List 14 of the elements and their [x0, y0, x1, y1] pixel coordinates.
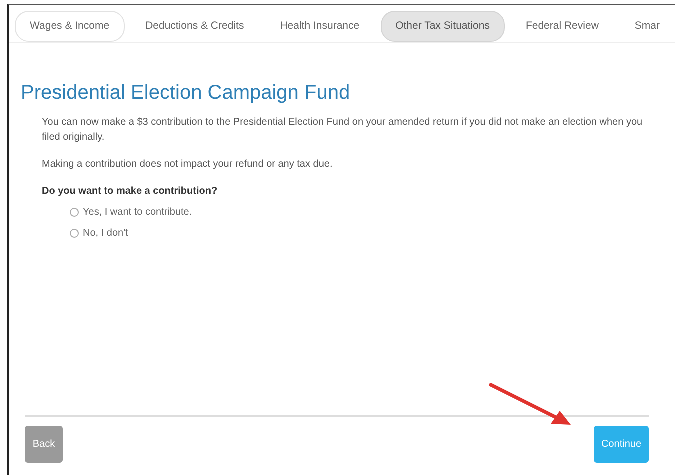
- radio-button[interactable]: [70, 208, 79, 217]
- question-label: Do you want to make a contribution?: [42, 185, 219, 199]
- radio-label[interactable]: Yes, I want to contribute.: [83, 205, 192, 220]
- nav-tab[interactable]: Smar: [620, 11, 675, 42]
- radio-button[interactable]: [70, 229, 79, 238]
- nav-tab[interactable]: Other Tax Situations: [380, 11, 505, 42]
- nav-tab[interactable]: Deductions & Credits: [130, 11, 260, 42]
- nav-tab[interactable]: Federal Review: [510, 11, 614, 42]
- nav-tab[interactable]: Wages & Income: [15, 11, 125, 42]
- paragraph: You can now make a $3 contribution to the Presidential Election Fund on your amended return if you did not make an election when you filed originally.: [42, 116, 644, 145]
- radio-label[interactable]: No, I don't: [83, 226, 128, 241]
- page-title: Presidential Election Campaign Fund: [21, 81, 352, 105]
- paragraph: Making a contribution does not impact your refund or any tax due.: [42, 158, 334, 172]
- nav-tab[interactable]: Health Insurance: [265, 11, 375, 42]
